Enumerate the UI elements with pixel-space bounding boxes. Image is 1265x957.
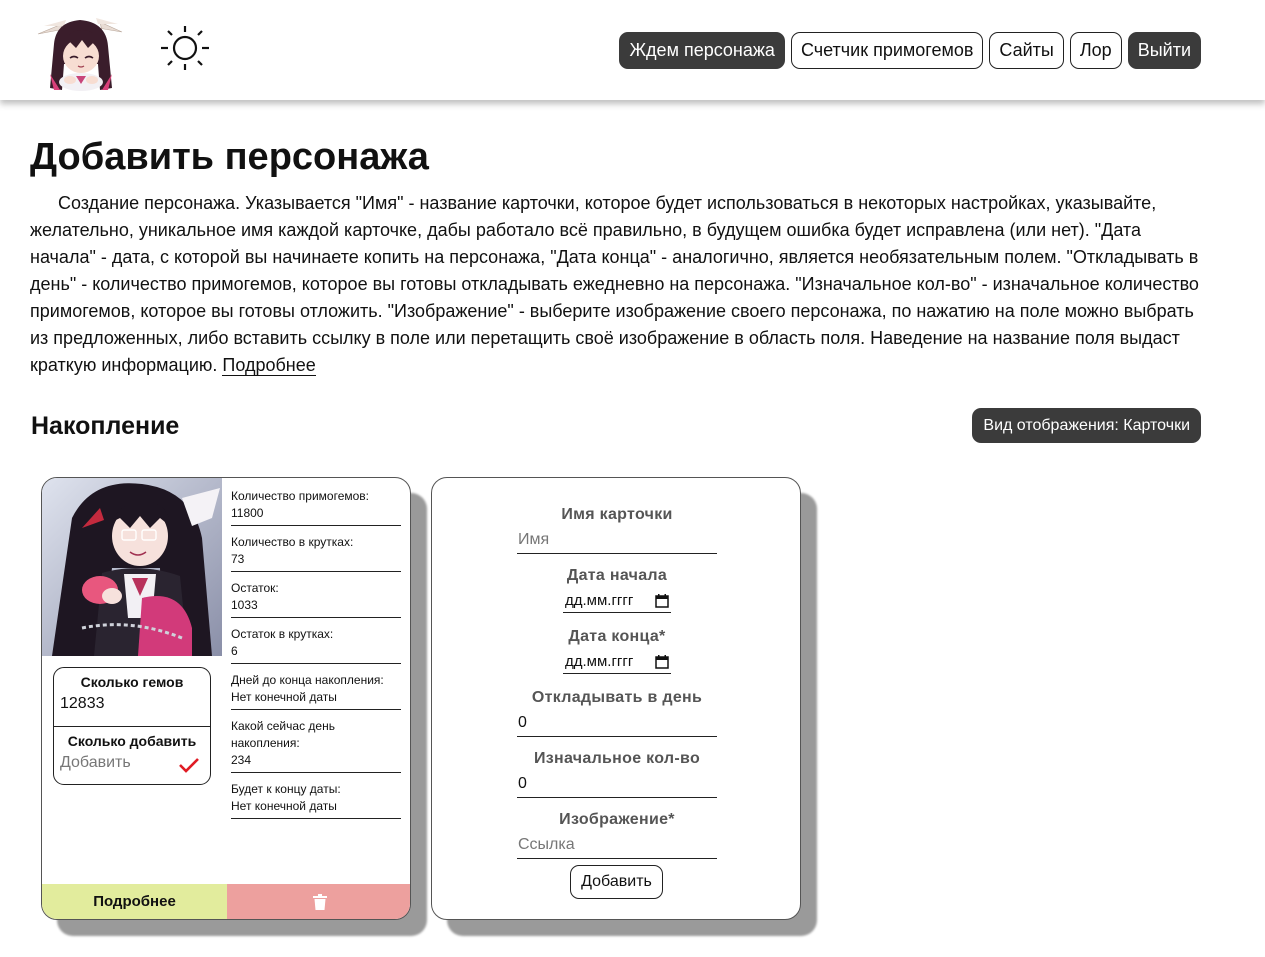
stat-remainder-wishes: Остаток в крутках: 6	[231, 626, 401, 664]
card-body: Количество примогемов: 11800 Количество …	[41, 477, 411, 920]
gems-total-row: Сколько гемов 12833	[54, 668, 210, 727]
logout-button[interactable]: Выйти	[1127, 32, 1201, 69]
chibi-character-logo[interactable]	[30, 4, 130, 94]
stat-label: Дней до конца накопления:	[231, 673, 384, 687]
stat-label: Количество примогемов:	[231, 489, 369, 503]
end-date-label[interactable]: Дата конца*	[432, 628, 802, 646]
stat-label: Будет к концу даты:	[231, 782, 341, 796]
trash-icon	[312, 893, 327, 910]
name-input[interactable]	[517, 526, 717, 554]
nav-counter-button[interactable]: Счетчик примогемов	[790, 32, 984, 69]
daily-input[interactable]	[517, 709, 717, 737]
gems-total-title: Сколько гемов	[80, 674, 184, 690]
end-date-value: дд.мм.гггг	[565, 653, 634, 670]
add-character-form: Имя карточки Дата начала дд.мм.гггг Дата…	[431, 477, 817, 936]
view-mode-button[interactable]: Вид отображения: Карточки	[972, 408, 1201, 443]
stat-primogems: Количество примогемов: 11800	[231, 488, 401, 526]
section-title: Накопление	[31, 412, 180, 440]
initial-label[interactable]: Изначальное кол-во	[432, 750, 802, 768]
sun-icon[interactable]	[159, 24, 211, 72]
gems-total-value: 12833	[60, 695, 105, 712]
stat-label: Количество в крутках:	[231, 535, 354, 549]
stat-value: 73	[231, 552, 245, 566]
nav-lore-button[interactable]: Лор	[1069, 32, 1122, 69]
stat-value: 6	[231, 644, 238, 658]
form-body: Имя карточки Дата начала дд.мм.гггг Дата…	[431, 477, 801, 920]
stat-value: Нет конечной даты	[231, 799, 337, 813]
page-title: Добавить персонажа	[30, 136, 429, 178]
header-bar: Ждем персонажа Счетчик примогемов Сайты …	[0, 0, 1265, 100]
card-delete-button[interactable]	[227, 884, 410, 919]
card-more-button[interactable]: Подробнее	[42, 884, 227, 919]
end-date-input[interactable]: дд.мм.гггг	[563, 650, 671, 674]
main-nav: Ждем персонажа Счетчик примогемов Сайты …	[619, 32, 1201, 69]
intro-description: Создание персонажа. Указывается "Имя" - …	[30, 193, 1199, 375]
card-stats: Количество примогемов: 11800 Количество …	[231, 488, 401, 827]
image-url-input[interactable]	[517, 831, 717, 859]
stat-label: Остаток:	[231, 581, 279, 595]
stat-value: 11800	[231, 506, 264, 520]
image-label[interactable]: Изображение*	[432, 811, 802, 829]
character-portrait	[42, 478, 222, 656]
check-icon[interactable]	[179, 757, 199, 773]
nav-waiting-button[interactable]: Ждем персонажа	[619, 32, 785, 69]
stat-days-left: Дней до конца накопления: Нет конечной д…	[231, 672, 401, 710]
character-card: Количество примогемов: 11800 Количество …	[41, 477, 427, 936]
gems-add-input[interactable]	[60, 754, 170, 772]
initial-input[interactable]	[517, 770, 717, 798]
name-label[interactable]: Имя карточки	[432, 506, 802, 524]
gems-add-title: Сколько добавить	[67, 733, 197, 749]
start-date-value: дд.мм.гггг	[565, 592, 634, 609]
stat-remainder: Остаток: 1033	[231, 580, 401, 618]
calendar-icon[interactable]	[655, 593, 669, 608]
stat-wishes: Количество в крутках: 73	[231, 534, 401, 572]
submit-button[interactable]: Добавить	[570, 865, 663, 899]
stat-current-day: Какой сейчас день накопления: 234	[231, 718, 401, 773]
stat-value: Нет конечной даты	[231, 690, 337, 704]
start-date-input[interactable]: дд.мм.гггг	[563, 589, 671, 613]
intro-text: Создание персонажа. Указывается "Имя" - …	[30, 190, 1210, 379]
daily-label[interactable]: Откладывать в день	[432, 689, 802, 707]
stat-projected: Будет к концу даты: Нет конечной даты	[231, 781, 401, 819]
stat-value: 234	[231, 753, 252, 767]
start-date-label[interactable]: Дата начала	[432, 567, 802, 585]
card-footer: Подробнее	[42, 884, 410, 919]
gem-box: Сколько гемов 12833 Сколько добавить	[53, 667, 211, 785]
stat-value: 1033	[231, 598, 258, 612]
nav-sites-button[interactable]: Сайты	[989, 32, 1064, 69]
more-info-link[interactable]: Подробнее	[222, 355, 316, 376]
calendar-icon[interactable]	[655, 654, 669, 669]
stat-label: Остаток в крутках:	[231, 627, 334, 641]
gems-add-row: Сколько добавить	[54, 727, 210, 784]
stat-label: Какой сейчас день накопления:	[231, 719, 335, 750]
